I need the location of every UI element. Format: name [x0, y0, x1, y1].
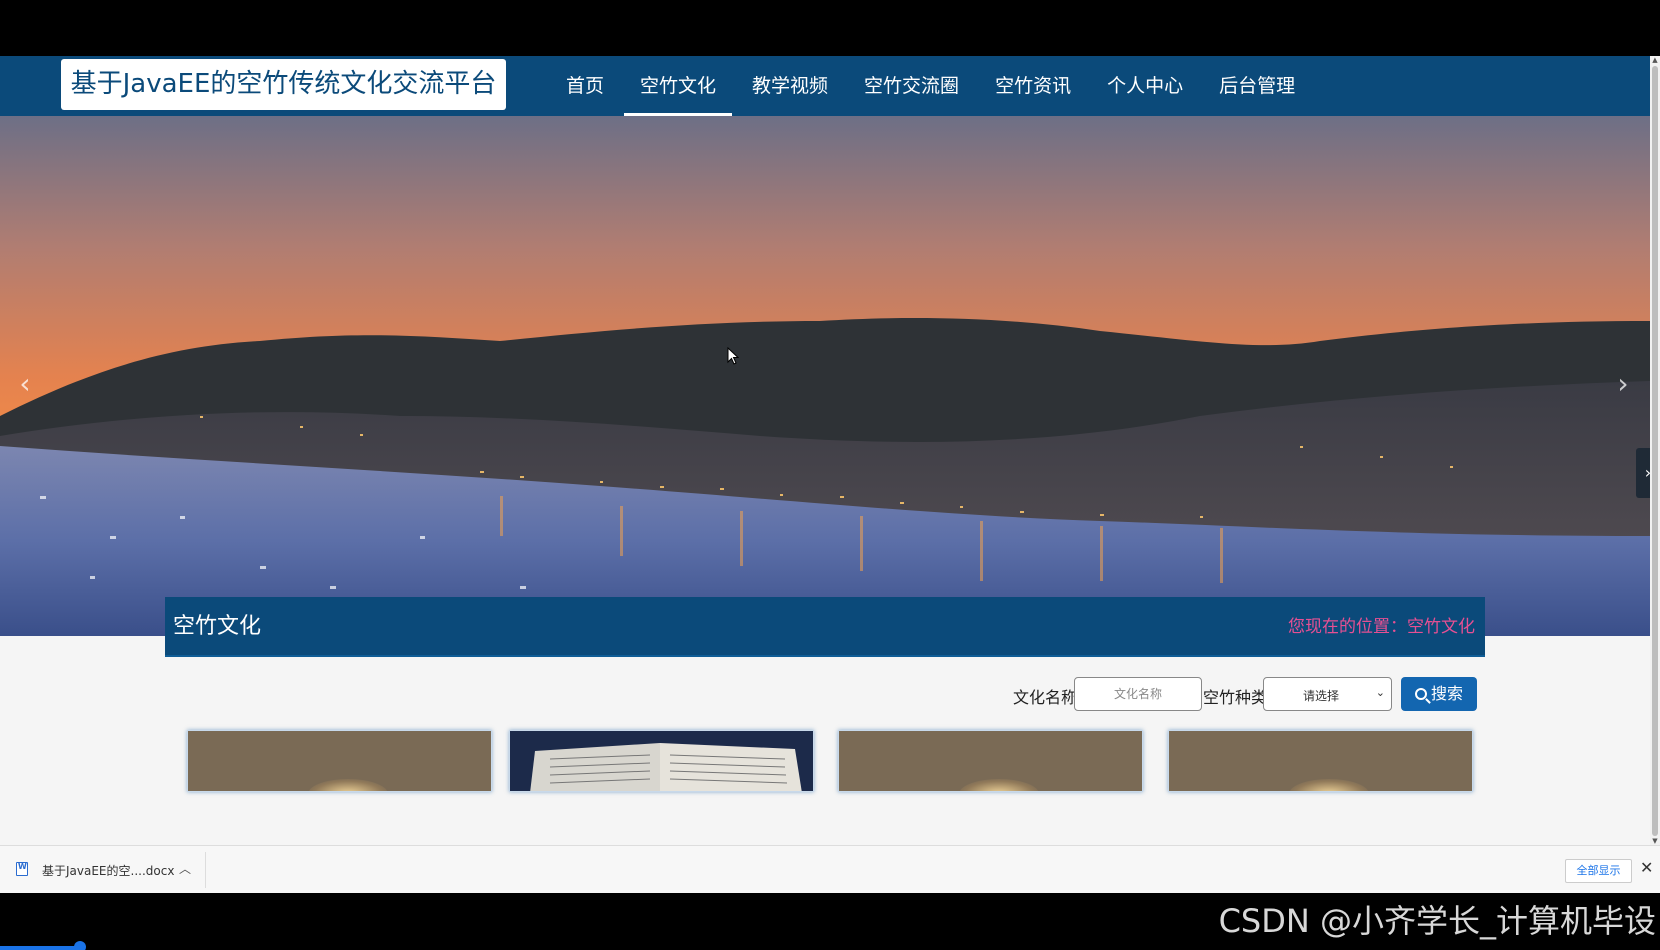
watermark: CSDN @小齐学长_计算机毕设 — [1218, 902, 1656, 940]
nav-item-exchange-circle[interactable]: 空竹交流圈 — [848, 56, 975, 116]
search-button[interactable]: 搜索 — [1401, 677, 1477, 711]
card-image — [510, 731, 813, 791]
culture-card-2[interactable] — [509, 730, 814, 792]
download-bar: 基于JavaEE的空....docx ︿ 全部显示 ✕ — [0, 845, 1660, 893]
card-image — [1289, 779, 1369, 791]
site-title[interactable]: 基于JavaEE的空竹传统文化交流平台 — [61, 59, 506, 110]
search-form: 文化名称 空竹种类 请选择 ⌄ 搜索 — [0, 676, 1660, 716]
main-nav: 首页 空竹文化 教学视频 空竹交流圈 空竹资讯 个人中心 后台管理 — [550, 56, 1315, 116]
type-select-value: 请选择 — [1303, 689, 1340, 703]
nav-item-teaching-videos[interactable]: 教学视频 — [736, 56, 844, 116]
name-label: 文化名称 — [1013, 688, 1078, 707]
card-image — [308, 779, 388, 791]
mouse-cursor-icon — [727, 346, 740, 369]
nav-item-admin[interactable]: 后台管理 — [1203, 56, 1311, 116]
top-navigation-bar: 基于JavaEE的空竹传统文化交流平台 首页 空竹文化 教学视频 空竹交流圈 空… — [0, 56, 1650, 116]
video-progress-knob[interactable] — [74, 941, 86, 950]
nav-item-personal-center[interactable]: 个人中心 — [1091, 56, 1199, 116]
search-button-label: 搜索 — [1430, 684, 1463, 703]
carousel-prev-arrow-icon[interactable]: ‹ — [10, 364, 40, 404]
breadcrumb: 您现在的位置：空竹文化 — [1288, 617, 1475, 637]
type-select[interactable]: 请选择 ⌄ — [1263, 677, 1392, 711]
close-icon[interactable]: ✕ — [1640, 858, 1653, 877]
divider — [205, 852, 206, 888]
scroll-up-arrow-icon[interactable]: ▲ — [1651, 56, 1659, 64]
browser-viewport: 基于JavaEE的空竹传统文化交流平台 首页 空竹文化 教学视频 空竹交流圈 空… — [0, 56, 1660, 845]
chevron-down-icon: ⌄ — [1375, 686, 1385, 699]
culture-card-4[interactable] — [1168, 730, 1473, 792]
section-header: 空竹文化 您现在的位置：空竹文化 — [165, 597, 1485, 657]
section-title: 空竹文化 — [173, 614, 262, 639]
banner-carousel[interactable]: ‹ › — [0, 116, 1650, 636]
carousel-next-arrow-icon[interactable]: › — [1608, 364, 1638, 404]
download-file-name: 基于JavaEE的空....docx — [42, 864, 175, 878]
name-search-input[interactable] — [1074, 677, 1202, 711]
screen: 基于JavaEE的空竹传统文化交流平台 首页 空竹文化 教学视频 空竹交流圈 空… — [0, 0, 1660, 950]
type-label: 空竹种类 — [1203, 688, 1268, 707]
nav-item-news[interactable]: 空竹资讯 — [979, 56, 1087, 116]
card-image — [959, 779, 1039, 791]
show-all-button[interactable]: 全部显示 — [1565, 859, 1632, 883]
culture-card-3[interactable] — [838, 730, 1143, 792]
scroll-down-arrow-icon[interactable]: ▼ — [1651, 837, 1659, 845]
banner-image — [0, 116, 1650, 636]
search-icon — [1414, 688, 1427, 700]
nav-item-home[interactable]: 首页 — [550, 56, 620, 116]
video-progress-bar[interactable] — [0, 946, 82, 950]
word-document-icon — [16, 862, 28, 876]
download-item[interactable]: 基于JavaEE的空....docx ︿ — [14, 856, 204, 884]
nav-item-kongzhu-culture[interactable]: 空竹文化 — [624, 56, 733, 116]
chevron-up-icon[interactable]: ︿ — [179, 860, 191, 877]
culture-card-1[interactable] — [187, 730, 492, 792]
scrollbar-thumb[interactable] — [1652, 66, 1658, 836]
